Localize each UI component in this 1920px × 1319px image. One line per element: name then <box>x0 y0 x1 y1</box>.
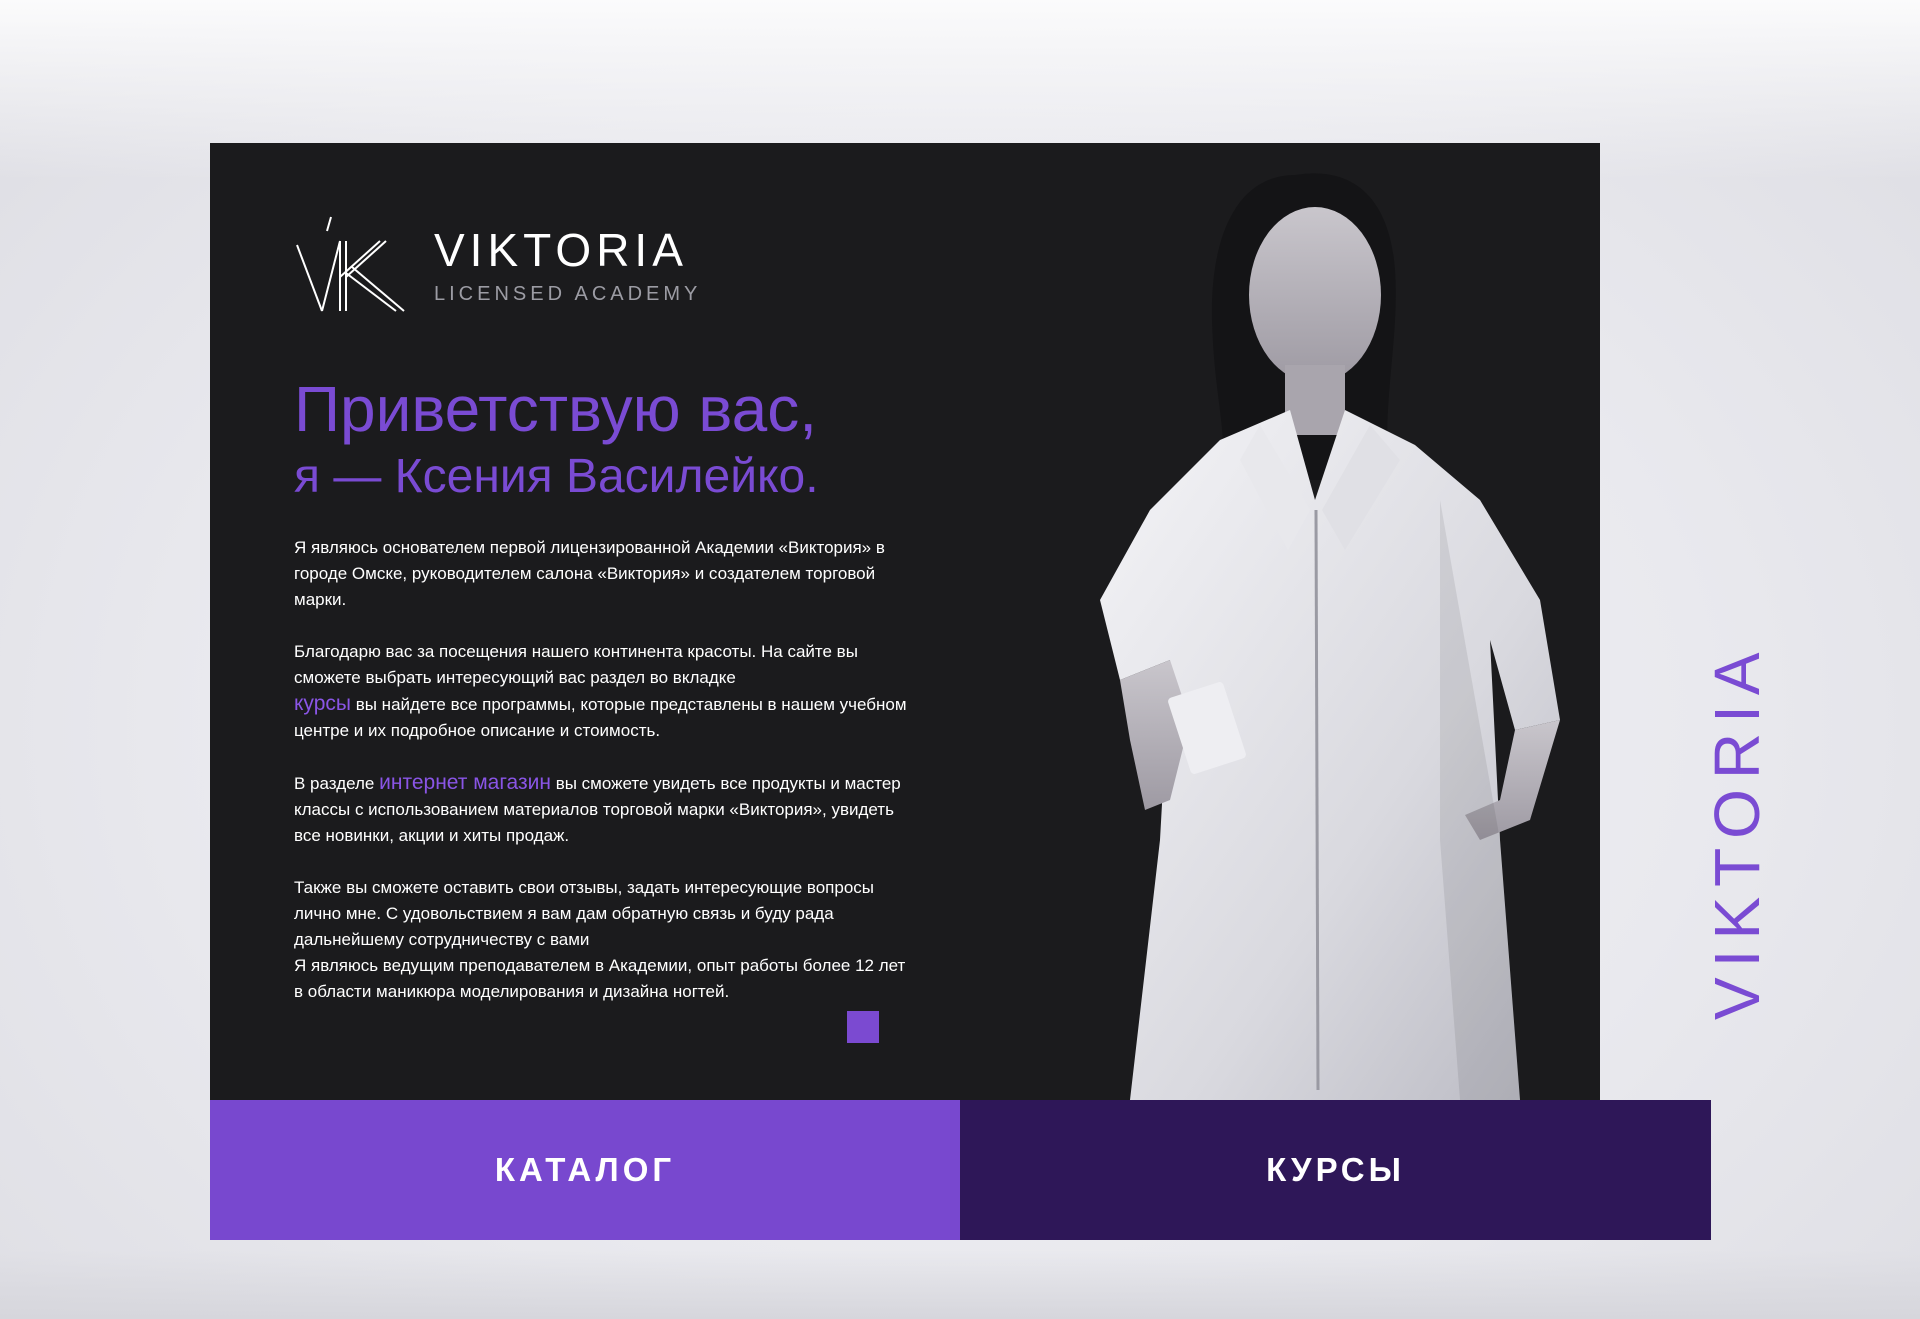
paragraph-experience: Я являюсь ведущим преподавателем в Акаде… <box>294 956 906 1001</box>
online-shop-link[interactable]: интернет магазин <box>379 771 551 794</box>
greeting-line-1: Приветствую вас, <box>294 373 818 445</box>
catalog-button[interactable]: КАТАЛОГ <box>210 1100 960 1240</box>
greeting-line-2: я — Ксения Василейко. <box>294 450 819 503</box>
accent-square <box>847 1011 879 1043</box>
logo-wordmark: VIKTORIA LICENSED ACADEMY <box>434 227 701 306</box>
courses-button[interactable]: КУРСЫ <box>960 1100 1711 1240</box>
greeting-heading: Приветствую вас, я — Ксения Василейко. <box>294 371 819 507</box>
paragraph-shop-text: В разделе <box>294 774 375 793</box>
founder-photo <box>1100 173 1560 1100</box>
courses-link[interactable]: курсы <box>294 692 351 715</box>
paragraph-shop: В разделе интернет магазин вы сможете ув… <box>294 770 914 849</box>
paragraph-welcome: Благодарю вас за посещения нашего контин… <box>294 639 914 744</box>
background-bottom <box>0 1250 1920 1319</box>
paragraph-feedback: Также вы сможете оставить свои отзывы, з… <box>294 878 875 949</box>
paragraph-welcome-text: Благодарю вас за посещения нашего контин… <box>294 642 858 687</box>
logo-name: VIKTORIA <box>434 224 688 276</box>
intro-text: Я являюсь основателем первой лицензирова… <box>294 535 914 1005</box>
vertical-brand-text: VIKTORIA <box>1701 642 1773 1020</box>
logo-subtitle: LICENSED ACADEMY <box>434 283 702 305</box>
paragraph-welcome-text-end: вы найдете все программы, которые предст… <box>294 695 907 740</box>
paragraph-founder: Я являюсь основателем первой лицензирова… <box>294 538 885 609</box>
academy-logo[interactable]: VIKTORIA LICENSED ACADEMY <box>294 215 701 315</box>
vk-monogram-icon <box>296 216 405 312</box>
